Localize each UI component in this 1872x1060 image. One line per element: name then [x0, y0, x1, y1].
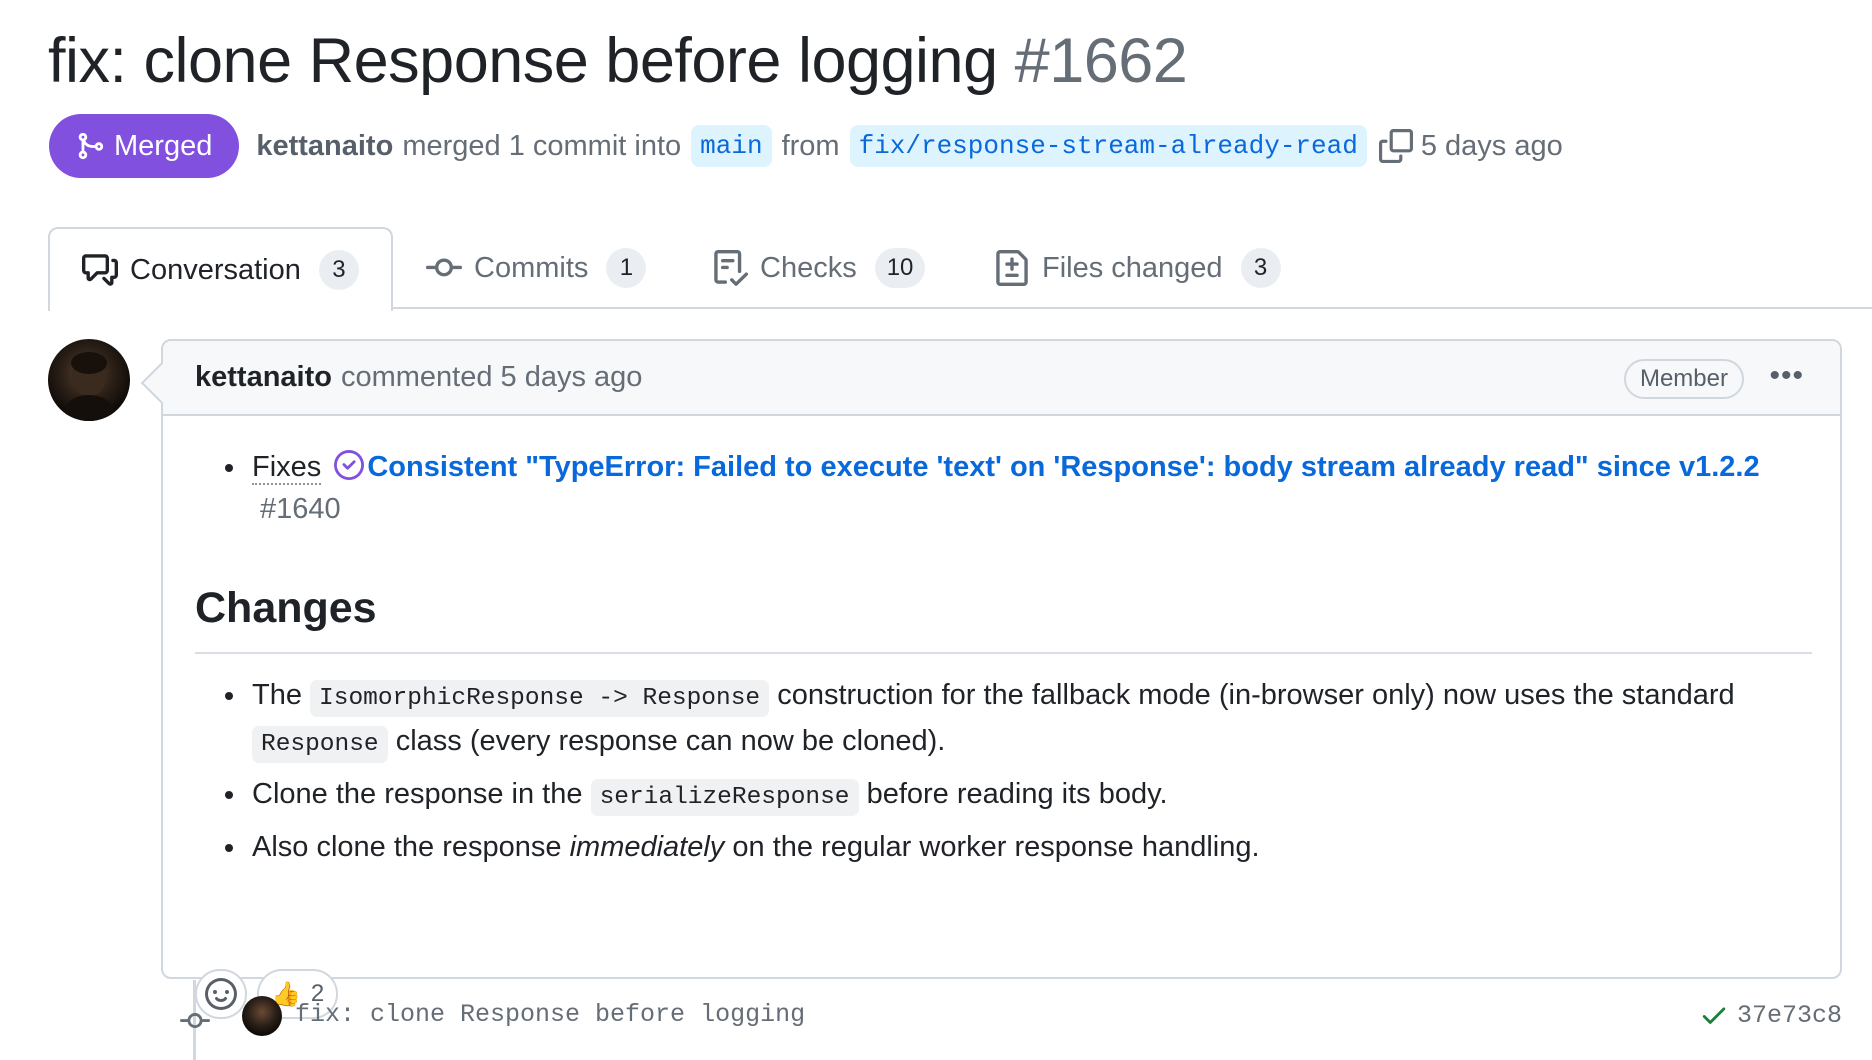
pr-description-comment: kettanaito commented 5 days ago Member •…	[161, 339, 1842, 1019]
bullet-text: on the regular worker response handling.	[732, 831, 1260, 863]
user-portrait-icon	[60, 352, 118, 421]
comment-header: kettanaito commented 5 days ago Member •…	[163, 341, 1840, 416]
inline-code: Response	[252, 726, 388, 763]
status-label: Merged	[114, 129, 213, 162]
pr-author-link[interactable]: kettanaito	[256, 130, 393, 163]
comment-timestamp[interactable]: commented 5 days ago	[341, 361, 642, 394]
pull-request-page: fix: clone Response before logging #1662…	[0, 0, 1872, 1060]
linked-issue-number[interactable]: #1640	[260, 493, 341, 525]
file-diff-icon	[996, 250, 1028, 286]
list-item: Clone the response in the serializeRespo…	[195, 773, 1812, 819]
pr-title-text: fix: clone Response before logging	[48, 26, 998, 96]
tab-label: Files changed	[1042, 251, 1223, 284]
comment-discussion-icon	[82, 254, 118, 286]
tab-files-changed[interactable]: Files changed 3	[994, 227, 1281, 309]
git-commit-icon	[426, 258, 462, 277]
bullet-text: The	[252, 679, 302, 711]
tab-commits[interactable]: Commits 1	[426, 227, 647, 309]
checklist-icon	[714, 250, 748, 286]
head-branch[interactable]: fix/response-stream-already-read	[849, 125, 1367, 167]
tab-counter: 3	[318, 250, 359, 290]
fixes-label: Fixes	[252, 451, 322, 485]
status-badge: Merged	[49, 114, 240, 178]
list-item: Also clone the response immediately on t…	[195, 826, 1812, 868]
tab-label: Commits	[474, 251, 589, 284]
tab-checks[interactable]: Checks 10	[712, 227, 926, 309]
member-badge: Member	[1623, 359, 1744, 399]
merge-time[interactable]: 5 days ago	[1421, 130, 1563, 163]
tab-conversation[interactable]: Conversation 3	[48, 227, 393, 311]
fixes-list: Fixes Consistent "TypeError: Failed to e…	[195, 446, 1785, 530]
issue-closed-icon	[334, 450, 365, 480]
list-item: The IsomorphicResponse -> Response const…	[195, 674, 1812, 766]
bullet-text: Clone the response in the	[252, 778, 583, 810]
tab-label: Checks	[760, 251, 857, 284]
bullet-text: before reading its body.	[866, 778, 1168, 810]
avatar[interactable]	[48, 339, 130, 421]
tab-counter: 1	[606, 248, 647, 288]
check-icon[interactable]	[1699, 1000, 1729, 1030]
tab-label: Conversation	[130, 253, 301, 286]
changes-heading: Changes	[195, 578, 1812, 654]
git-merge-icon	[78, 132, 104, 160]
bullet-text: class (every response can now be cloned)…	[395, 725, 946, 757]
merge-description: merged 1 commit into	[402, 129, 682, 162]
bullet-text: construction for the fallback mode (in-b…	[777, 679, 1735, 711]
comment-author-link[interactable]: kettanaito	[195, 361, 332, 394]
inline-code: IsomorphicResponse -> Response	[310, 680, 770, 717]
pr-number[interactable]: #1662	[1015, 26, 1188, 96]
tab-counter: 3	[1240, 248, 1281, 288]
from-text: from	[781, 129, 840, 162]
base-branch[interactable]: main	[691, 125, 772, 167]
pr-meta: Merged kettanaito merged 1 commit into m…	[49, 114, 1563, 178]
tab-counter: 10	[874, 248, 926, 288]
pr-tabs: Conversation 3 Commits 1 Checks 10 Files…	[48, 227, 1872, 311]
changes-list: The IsomorphicResponse -> Response const…	[195, 674, 1812, 875]
commit-author-avatar[interactable]	[242, 996, 282, 1036]
commit-sha-link[interactable]: 37e73c8	[1737, 1001, 1842, 1030]
bullet-text: Also clone the response	[252, 831, 562, 863]
commit-sha-row: 37e73c8	[1699, 1000, 1842, 1030]
copy-icon[interactable]	[1378, 129, 1413, 163]
git-commit-icon	[180, 1013, 210, 1029]
more-options-icon[interactable]: •••	[1769, 361, 1804, 391]
emphasis-text: immediately	[569, 831, 725, 863]
list-item: Fixes Consistent "TypeError: Failed to e…	[195, 446, 1785, 530]
page-title: fix: clone Response before logging #1662	[48, 22, 1188, 100]
inline-code: serializeResponse	[590, 779, 859, 816]
commit-message-link[interactable]: fix: clone Response before logging	[295, 1000, 805, 1029]
linked-issue-link[interactable]: Consistent "TypeError: Failed to execute…	[367, 451, 1759, 483]
